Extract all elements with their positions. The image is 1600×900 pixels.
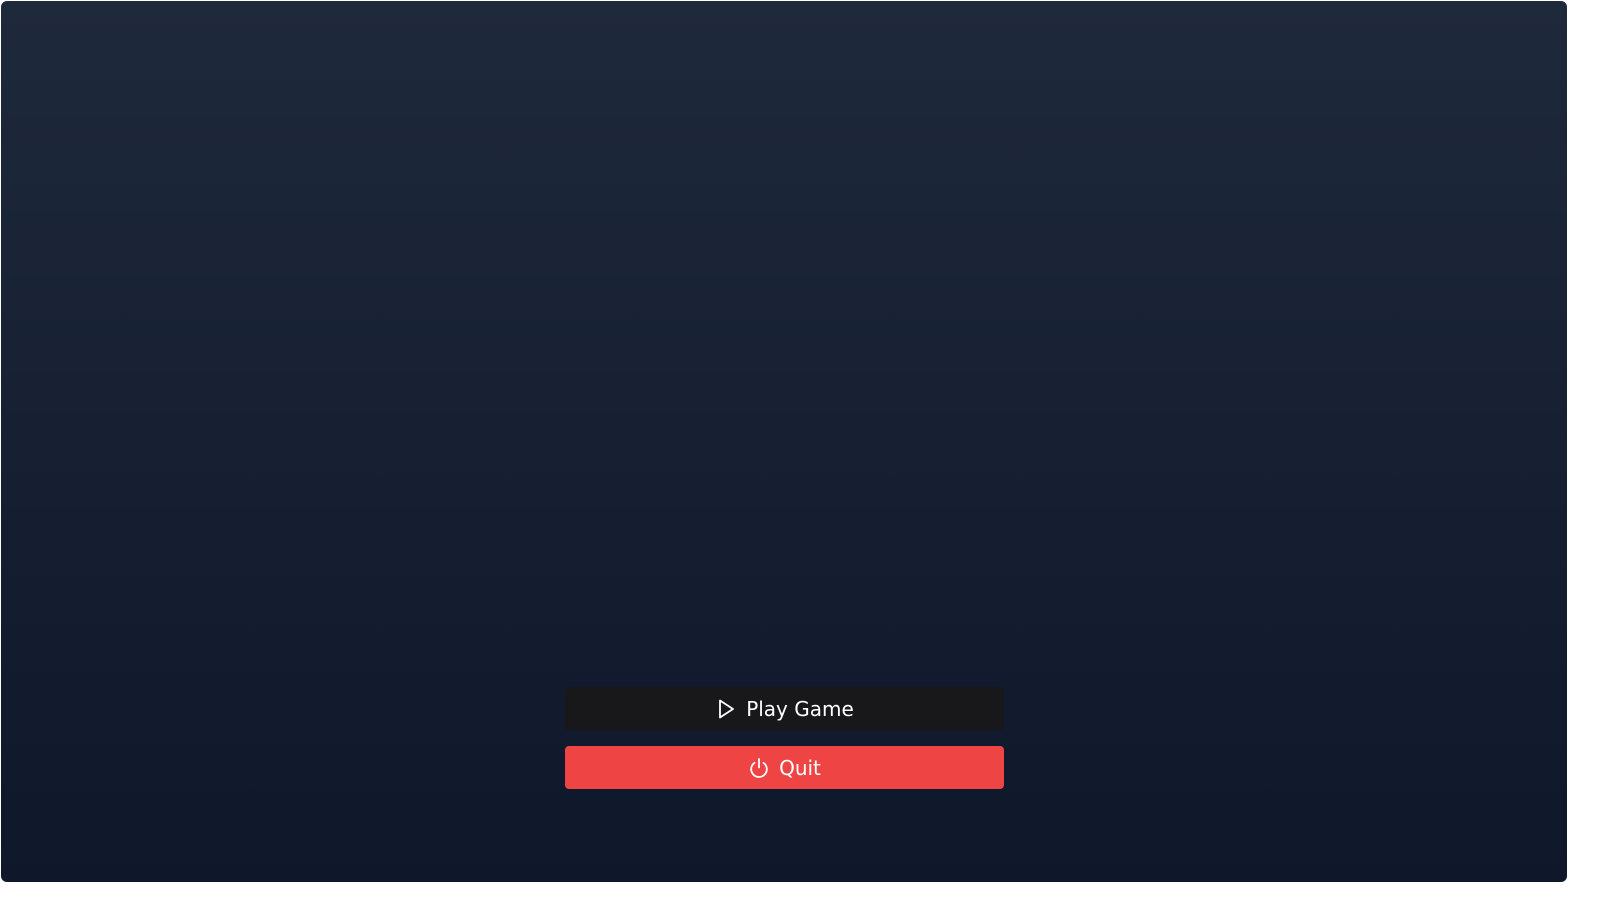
play-game-label: Play Game [746, 696, 854, 721]
main-menu: Play Game Quit [565, 687, 1004, 789]
quit-button[interactable]: Quit [565, 746, 1004, 789]
quit-label: Quit [779, 755, 821, 780]
play-icon [715, 698, 737, 720]
game-main-menu-screen: Play Game Quit [1, 1, 1567, 882]
power-icon [748, 757, 770, 779]
play-game-button[interactable]: Play Game [565, 687, 1004, 730]
